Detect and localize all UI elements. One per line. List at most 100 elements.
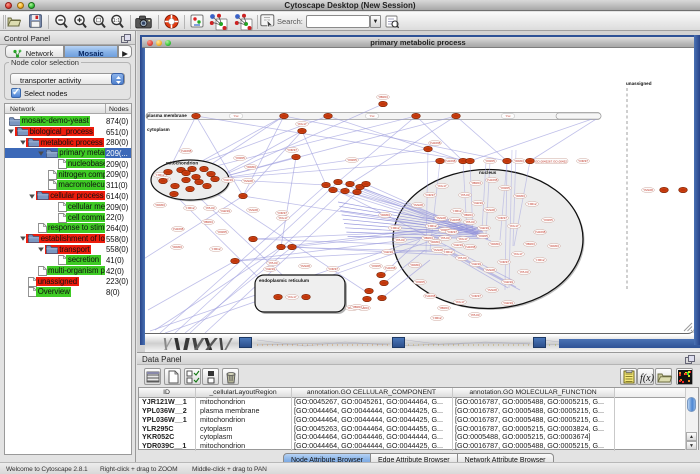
svg-text:YJR12: YJR12 (527, 202, 536, 206)
svg-text:YPL03: YPL03 (457, 256, 466, 260)
svg-text:YKR05: YKR05 (235, 156, 245, 160)
svg-text:YGR19: YGR19 (473, 201, 483, 205)
svg-text:YPL03: YPL03 (519, 270, 528, 274)
svg-text:YML08: YML08 (436, 216, 446, 220)
svg-text:YML08: YML08 (300, 264, 310, 268)
svg-text:YLR295: YLR295 (535, 230, 546, 234)
svg-text:YDL17: YDL17 (278, 216, 288, 220)
svg-text:YGR19: YGR19 (223, 178, 233, 182)
svg-text:YPL03: YPL03 (465, 220, 474, 224)
svg-text:Yxx: Yxx (233, 114, 239, 118)
svg-text:YPL03: YPL03 (205, 206, 214, 210)
svg-text:YLR295: YLR295 (173, 227, 184, 231)
svg-text:1:1: 1:1 (113, 18, 121, 24)
svg-text:YBR03: YBR03 (525, 242, 535, 246)
svg-text:f(x): f(x) (640, 373, 655, 384)
svg-text:YBR03: YBR03 (203, 220, 213, 224)
svg-text:YDR03: YDR03 (172, 245, 182, 249)
svg-text:YLR295: YLR295 (445, 159, 456, 163)
svg-text:plasma membrane: plasma membrane (147, 113, 188, 118)
svg-text:YOR37: YOR37 (497, 216, 507, 220)
svg-text:YOR37: YOR37 (425, 193, 435, 197)
svg-text:YDL17: YDL17 (297, 122, 307, 126)
svg-text:YKR05: YKR05 (543, 218, 553, 222)
svg-text:YJR12: YJR12 (211, 247, 220, 251)
svg-text:YKR05: YKR05 (415, 280, 425, 284)
svg-text:YLR295: YLR295 (181, 149, 192, 153)
svg-text:YML08: YML08 (243, 179, 253, 183)
svg-text:YOR37: YOR37 (578, 159, 588, 163)
svg-text:YDR03: YDR03 (155, 203, 165, 207)
svg-text:YGR19: YGR19 (503, 301, 513, 305)
svg-text:Yxx: Yxx (369, 114, 375, 118)
svg-text:YJR12: YJR12 (452, 209, 461, 213)
svg-text:YLR295: YLR295 (487, 178, 498, 182)
svg-text:YDR03: YDR03 (380, 213, 390, 217)
svg-text:YDR03: YDR03 (490, 242, 500, 246)
svg-text:YJR12: YJR12 (390, 226, 399, 230)
svg-text:YPL03: YPL03 (460, 193, 469, 197)
svg-text:YLR295: YLR295 (385, 266, 396, 270)
svg-text:YGR19: YGR19 (479, 226, 489, 230)
svg-text:YDR03: YDR03 (246, 165, 256, 169)
svg-text:unassigned: unassigned (626, 81, 652, 86)
svg-text:YLR295: YLR295 (425, 294, 436, 298)
svg-text:YOR37: YOR37 (499, 260, 509, 264)
svg-text:endoplasmic reticulum: endoplasmic reticulum (259, 278, 309, 283)
svg-text:YDL17: YDL17 (455, 300, 465, 304)
svg-text:YML08: YML08 (413, 203, 423, 207)
svg-text:YOR37: YOR37 (277, 211, 287, 215)
svg-text:YBR03: YBR03 (463, 213, 473, 217)
svg-text:YLR295: YLR295 (430, 141, 441, 145)
svg-text:YPL03: YPL03 (470, 313, 479, 317)
svg-text:YOR37: YOR37 (328, 267, 338, 271)
svg-text:YBR03: YBR03 (471, 181, 481, 185)
svg-text:YGR19: YGR19 (220, 209, 230, 213)
svg-text:Yxx: Yxx (505, 114, 511, 118)
svg-text:YDR03: YDR03 (515, 194, 525, 198)
svg-text:YLR295: YLR295 (450, 218, 461, 222)
svg-text:YKR05: YKR05 (478, 234, 488, 238)
svg-text:YJR12: YJR12 (427, 224, 436, 228)
svg-text:YKR05: YKR05 (485, 159, 495, 163)
svg-text:YJR12: YJR12 (185, 206, 194, 210)
svg-text:YBR03: YBR03 (352, 305, 362, 309)
svg-text:YGR19: YGR19 (265, 267, 275, 271)
svg-text:YJR12: YJR12 (443, 250, 452, 254)
svg-text:YPL03: YPL03 (440, 236, 449, 240)
svg-text:YJR12: YJR12 (535, 258, 544, 262)
svg-text:YDR03: YDR03 (514, 159, 524, 163)
svg-text:YDR03: YDR03 (549, 244, 559, 248)
svg-text:YDR03: YDR03 (430, 240, 440, 244)
svg-text:YKR05: YKR05 (217, 230, 227, 234)
svg-text:YLR295: YLR295 (465, 245, 476, 249)
svg-text:YPL03: YPL03 (395, 238, 404, 242)
svg-text:YBR03: YBR03 (423, 236, 433, 240)
svg-text:YDL17: YDL17 (287, 295, 297, 299)
svg-text:YGR19: YGR19 (503, 280, 513, 284)
svg-text:YML08: YML08 (433, 248, 443, 252)
svg-text:mitochondrion: mitochondrion (166, 161, 198, 166)
svg-text:YJR12: YJR12 (432, 316, 441, 320)
svg-text:YGR19: YGR19 (453, 243, 463, 247)
svg-text:YDL17: YDL17 (437, 184, 447, 188)
svg-text:YPL03: YPL03 (268, 261, 277, 265)
svg-text:GO.0045267.GO.00452: GO.0045267.GO.00452 (535, 159, 567, 163)
svg-text:YML08: YML08 (485, 268, 495, 272)
svg-text:YOR37: YOR37 (471, 294, 481, 298)
svg-text:YDL17: YDL17 (458, 237, 468, 241)
svg-text:YBR03: YBR03 (439, 306, 449, 310)
svg-text:YKR05: YKR05 (371, 264, 381, 268)
svg-text:YDL17: YDL17 (513, 252, 523, 256)
svg-text:YBR03: YBR03 (378, 95, 388, 99)
svg-text:YGR19: YGR19 (471, 262, 481, 266)
svg-text:YKR05: YKR05 (347, 158, 357, 162)
svg-text:YDR03: YDR03 (410, 263, 420, 267)
svg-text:YOR37: YOR37 (287, 148, 297, 152)
svg-text:YML08: YML08 (643, 188, 653, 192)
svg-text:YML08: YML08 (248, 208, 258, 212)
svg-text:YML08: YML08 (487, 288, 497, 292)
svg-text:nucleus: nucleus (479, 170, 497, 175)
svg-text:YGR19: YGR19 (383, 250, 393, 254)
svg-text:YDL17: YDL17 (509, 224, 519, 228)
